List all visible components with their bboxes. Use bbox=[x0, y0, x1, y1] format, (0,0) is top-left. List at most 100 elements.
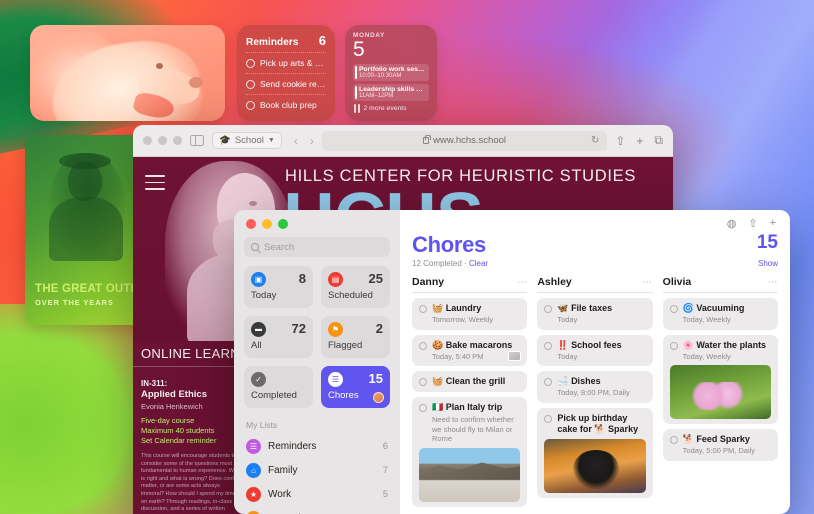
minimize-button[interactable] bbox=[158, 136, 167, 145]
task-photo-flowers[interactable] bbox=[669, 365, 771, 419]
profile-selector[interactable]: 🎓 School ▼ bbox=[212, 132, 282, 149]
search-input[interactable]: Search bbox=[244, 237, 390, 257]
checkbox-circle-icon[interactable] bbox=[544, 341, 553, 350]
task-title: 🐕 Feed Sparky bbox=[683, 434, 750, 445]
outdoors-poster-widget[interactable]: THE GREAT OUTDOORS OVER THE YEARS bbox=[25, 135, 145, 325]
task-row[interactable]: ‼️ School fees Today bbox=[537, 334, 653, 366]
maximize-button[interactable] bbox=[278, 219, 288, 229]
back-icon[interactable]: ‹ bbox=[294, 134, 298, 148]
column-menu-icon[interactable]: ⋯ bbox=[517, 277, 528, 288]
attachment-thumbnail-icon[interactable] bbox=[508, 351, 522, 361]
smart-list-flagged[interactable]: ⚑ 2 Flagged bbox=[321, 316, 390, 358]
share-icon[interactable]: ⇧ bbox=[748, 217, 757, 230]
reminders-widget-item[interactable]: Send cookie reci... bbox=[246, 73, 326, 94]
address-bar[interactable]: www.hchs.school ↻ bbox=[321, 130, 608, 151]
task-row[interactable]: 🧺 Laundry Tomorrow, Weekly bbox=[412, 298, 528, 330]
checkbox-circle-icon[interactable] bbox=[246, 58, 255, 68]
reminders-traffic-lights[interactable] bbox=[244, 210, 390, 237]
task-subtitle: Today bbox=[557, 315, 578, 324]
checkbox-circle-icon[interactable] bbox=[419, 341, 427, 350]
task-row[interactable]: 🛁 Dishes Today, 8:00 PM, Daily bbox=[537, 371, 653, 403]
sidebar-item-family[interactable]: ⌂ Family 7 bbox=[244, 458, 390, 482]
task-row[interactable]: 🦋 File taxes Today bbox=[537, 298, 653, 330]
task-row[interactable]: 🌀 Vacuuming Today, Weekly bbox=[662, 298, 778, 330]
dog-photo-widget[interactable] bbox=[30, 25, 225, 121]
checkbox-circle-icon[interactable] bbox=[669, 436, 678, 444]
add-icon[interactable]: + bbox=[770, 217, 776, 230]
share-icon[interactable]: ⇧ bbox=[615, 134, 625, 148]
maximize-button[interactable] bbox=[173, 136, 182, 145]
task-row[interactable]: 🧺 Clean the grill bbox=[412, 371, 528, 392]
task-row[interactable]: 🇮🇹 Plan Italy trip Need to confirm wheth… bbox=[412, 397, 528, 507]
task-title-text: Clean the grill bbox=[445, 376, 506, 386]
safari-traffic-lights[interactable] bbox=[143, 136, 182, 145]
task-main: 🦋 File taxes bbox=[544, 303, 645, 314]
sidebar-item-count: 7 bbox=[382, 464, 388, 476]
sidebar-item-label: Work bbox=[268, 488, 292, 500]
checkbox-circle-icon[interactable] bbox=[544, 378, 553, 386]
reminders-main-panel: ◍ ⇧ + Chores 15 12 Completed · Clear Sho… bbox=[400, 210, 790, 514]
task-row[interactable]: 🐕 Feed Sparky Today, 5:00 PM, Daily bbox=[662, 429, 778, 461]
shared-people-icon[interactable]: ◍ bbox=[727, 217, 737, 230]
smart-list-completed[interactable]: ✓ Completed bbox=[244, 366, 313, 408]
smart-list-today[interactable]: ▣ 8 Today bbox=[244, 266, 313, 308]
task-title-text: Water the plants bbox=[696, 339, 767, 350]
clear-button[interactable]: Clear bbox=[469, 259, 488, 268]
checkbox-circle-icon[interactable] bbox=[669, 341, 678, 350]
reminders-app-window[interactable]: Search ▣ 8 Today ▤ 25 Scheduled ▬ 72 All… bbox=[234, 210, 790, 514]
task-row[interactable]: 🌸 Water the plants Today, Weekly bbox=[662, 334, 778, 424]
smart-list-all[interactable]: ▬ 72 All bbox=[244, 316, 313, 358]
reminders-widget-item[interactable]: Book club prep bbox=[246, 94, 326, 115]
kanban-columns: Danny ⋯ 🧺 Laundry Tomorrow, Weekly 🍪 Bak… bbox=[412, 276, 778, 512]
close-button[interactable] bbox=[246, 219, 256, 229]
sidebar-toggle-icon[interactable] bbox=[190, 135, 204, 146]
task-photo-dog[interactable] bbox=[544, 438, 646, 493]
calendar-event[interactable]: Leadership skills wor... 11AM–12PM bbox=[353, 84, 429, 101]
reload-icon[interactable]: ↻ bbox=[591, 135, 599, 146]
show-completed-button[interactable]: Show bbox=[758, 259, 778, 268]
smart-list-count: 8 bbox=[298, 271, 306, 286]
smart-list-scheduled[interactable]: ▤ 25 Scheduled bbox=[321, 266, 390, 308]
page-title: Chores bbox=[412, 232, 486, 257]
sidebar-item-groceries[interactable]: 🛒 Groceries 11 bbox=[244, 506, 390, 514]
forward-icon[interactable]: › bbox=[310, 134, 314, 148]
poster-subtitle: OVER THE YEARS bbox=[35, 298, 114, 307]
reminders-widget-item[interactable]: Pick up arts & cr... bbox=[246, 52, 326, 73]
column-ashley: Ashley ⋯ 🦋 File taxes Today ‼️ School fe… bbox=[537, 276, 653, 512]
checkbox-circle-icon[interactable] bbox=[419, 305, 427, 313]
reminders-widget[interactable]: Reminders 6 Pick up arts & cr... Send co… bbox=[237, 25, 335, 121]
sidebar-item-work[interactable]: ★ Work 5 bbox=[244, 482, 390, 506]
task-row[interactable]: Pick up birthday cake for 🐕 Sparky bbox=[537, 407, 653, 498]
safari-nav-buttons[interactable]: ‹ › bbox=[294, 134, 314, 148]
reminders-widget-count: 6 bbox=[318, 33, 326, 48]
smart-list-card-top: ⚑ 2 bbox=[328, 322, 383, 337]
show-tabs-icon[interactable]: ⧉ bbox=[654, 133, 663, 148]
new-tab-icon[interactable]: + bbox=[636, 134, 643, 148]
calendar-widget[interactable]: MONDAY 5 Portfolio work session 10:00–10… bbox=[345, 25, 437, 121]
task-title-text: Bake macarons bbox=[445, 339, 513, 350]
calendar-event[interactable]: Portfolio work session 10:00–10:30AM bbox=[353, 64, 429, 81]
calendar-more-events[interactable]: 2 more events bbox=[353, 104, 429, 113]
task-emoji-icon: 🌀 bbox=[682, 303, 694, 313]
checkbox-circle-icon[interactable] bbox=[246, 100, 255, 110]
column-name: Ashley bbox=[537, 276, 572, 288]
checkbox-circle-icon[interactable] bbox=[419, 404, 427, 412]
minimize-button[interactable] bbox=[262, 219, 272, 229]
sidebar-item-count: 5 bbox=[382, 488, 388, 500]
task-main: 🇮🇹 Plan Italy trip bbox=[419, 402, 520, 413]
sidebar-item-reminders[interactable]: ☰ Reminders 6 bbox=[244, 434, 390, 458]
task-photo-greece[interactable] bbox=[419, 447, 521, 502]
checkbox-circle-icon[interactable] bbox=[669, 305, 678, 313]
column-menu-icon[interactable]: ⋯ bbox=[642, 277, 653, 288]
close-button[interactable] bbox=[143, 136, 152, 145]
checkbox-circle-icon[interactable] bbox=[419, 378, 427, 386]
checkbox-circle-icon[interactable] bbox=[246, 79, 255, 89]
checkbox-circle-icon[interactable] bbox=[544, 305, 553, 313]
task-subtitle: Today, 8:00 PM, Daily bbox=[557, 388, 630, 397]
column-menu-icon[interactable]: ⋯ bbox=[767, 277, 778, 288]
column-name: Olivia bbox=[662, 276, 692, 288]
task-row[interactable]: 🍪 Bake macarons Today, 5:40 PM bbox=[412, 334, 528, 366]
checkbox-circle-icon[interactable] bbox=[544, 414, 553, 423]
hamburger-menu-icon[interactable] bbox=[145, 175, 165, 195]
smart-list-chores[interactable]: ☰ 15 Chores bbox=[321, 366, 390, 408]
